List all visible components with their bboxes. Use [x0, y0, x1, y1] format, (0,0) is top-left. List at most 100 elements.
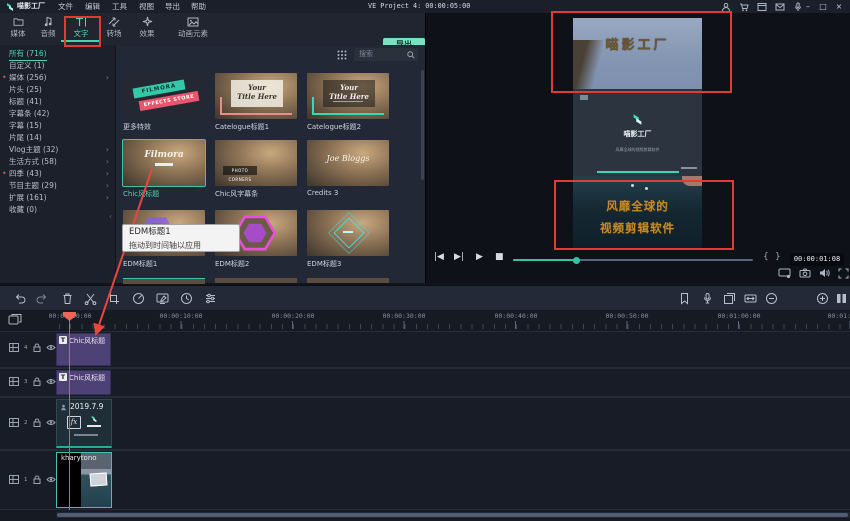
zoom-out-icon[interactable]: [765, 292, 778, 305]
template-catelogue-title1[interactable]: YourTitle Here: [215, 73, 297, 119]
eye-icon[interactable]: [46, 476, 56, 483]
eye-icon[interactable]: [46, 378, 56, 385]
play-button[interactable]: ▶: [476, 251, 483, 263]
sidebar-item-subtitles[interactable]: 字幕 (15): [0, 120, 115, 132]
track-lane-2[interactable]: [0, 397, 850, 450]
menu-tools[interactable]: 工具: [112, 0, 127, 13]
clip-title-track3[interactable]: T Chic风标题: [56, 370, 111, 395]
record-voiceover-icon[interactable]: [701, 292, 714, 305]
tab-elements[interactable]: 动画元素: [168, 15, 218, 39]
template-catelogue-title2[interactable]: YourTitle Here: [307, 73, 389, 119]
panel-toggle-icon[interactable]: [835, 292, 848, 305]
sidebar-item-end-credits[interactable]: 片尾 (14): [0, 132, 115, 144]
menu-view[interactable]: 视图: [139, 0, 154, 13]
template-chic-lower-third[interactable]: PHOTO CORNERS: [215, 140, 297, 186]
sidebar-item-custom[interactable]: 自定义 (1): [0, 60, 115, 72]
track-lane-1[interactable]: [0, 450, 850, 510]
library-scrollbar[interactable]: [421, 70, 424, 180]
template-partial[interactable]: [215, 278, 297, 283]
decor: [580, 95, 588, 100]
track-lane-4[interactable]: [0, 331, 850, 368]
volume-icon[interactable]: [819, 268, 830, 278]
duration-clock-icon[interactable]: [180, 292, 193, 305]
fullscreen-icon[interactable]: [838, 268, 849, 279]
template-partial[interactable]: [123, 278, 205, 284]
menu-export[interactable]: 导出: [165, 0, 180, 13]
delete-trash-icon[interactable]: [61, 292, 74, 305]
sidebar-item-media[interactable]: •媒体 (256)›: [0, 72, 115, 84]
lock-icon[interactable]: [33, 475, 41, 484]
store-cart-icon[interactable]: [739, 2, 749, 12]
stop-button[interactable]: ■: [495, 251, 504, 263]
sidebar-item-titles[interactable]: 标题 (41): [0, 96, 115, 108]
sidebar-item-favorites[interactable]: 收藏 (0): [0, 204, 115, 216]
track-number: 2: [24, 420, 28, 426]
user-icon: [60, 404, 67, 411]
mark-out-icon[interactable]: }: [775, 251, 781, 263]
sidebar-item-vlog[interactable]: Vlog主题 (32)›: [0, 144, 115, 156]
timeline-hscrollbar-thumb[interactable]: [57, 513, 848, 517]
template-partial[interactable]: [307, 278, 389, 283]
undo-icon[interactable]: [14, 292, 27, 305]
picture-icon: [168, 15, 218, 28]
eye-icon[interactable]: [46, 344, 56, 351]
sidebar-item-lower-thirds[interactable]: 字幕条 (42): [0, 108, 115, 120]
sidebar-item-all[interactable]: 所有 (716): [0, 48, 115, 60]
sidebar-item-seasons[interactable]: •四季 (43)›: [0, 168, 115, 180]
track-number: 3: [24, 379, 28, 385]
playback-progress-track[interactable]: [513, 259, 753, 261]
menu-edit[interactable]: 编辑: [85, 0, 100, 13]
close-button[interactable]: ×: [833, 0, 845, 13]
media-clapper-icon[interactable]: [757, 2, 767, 12]
split-scissors-icon[interactable]: [84, 292, 97, 305]
decor: [343, 231, 353, 233]
lock-icon[interactable]: [33, 377, 41, 386]
previous-frame-button[interactable]: |◀: [434, 251, 444, 263]
clip-video-track1[interactable]: kharytono: [56, 452, 112, 508]
clip-intro-track2[interactable]: 2019.7.9 fx: [56, 399, 112, 448]
fit-timeline-icon[interactable]: [744, 292, 757, 305]
track-manager-icon[interactable]: [723, 292, 736, 305]
mark-in-icon[interactable]: {: [763, 251, 769, 263]
current-timecode: 00:00:01:08: [790, 253, 844, 266]
sidebar-item-lifestyle[interactable]: 生活方式 (58)›: [0, 156, 115, 168]
template-edm-title3[interactable]: [307, 210, 389, 256]
track-type-icon: [9, 418, 19, 427]
redo-icon[interactable]: [35, 292, 48, 305]
playback-progress-handle[interactable]: [573, 257, 580, 264]
marker-icon[interactable]: [678, 292, 691, 305]
snapshot-camera-icon[interactable]: [799, 268, 811, 278]
display-device-icon[interactable]: [778, 268, 791, 279]
zoom-in-icon[interactable]: [816, 292, 829, 305]
sidebar-item-extensions[interactable]: 扩展 (161)›: [0, 192, 115, 204]
crop-icon[interactable]: [107, 292, 120, 305]
track-lane-3[interactable]: [0, 368, 850, 397]
manage-tracks-icon[interactable]: [8, 313, 22, 325]
template-label-selected: Chic风标题: [123, 189, 159, 199]
menu-file[interactable]: 文件: [58, 0, 73, 13]
tab-effects[interactable]: 效果: [127, 15, 167, 39]
color-tuning-icon[interactable]: [156, 292, 169, 305]
sidebar-item-show-themes[interactable]: 节目主题 (29)›: [0, 180, 115, 192]
clip-title-track4[interactable]: T Chic风标题: [56, 333, 111, 366]
next-frame-button[interactable]: ▶|: [454, 251, 464, 263]
menu-help[interactable]: 帮助: [191, 0, 206, 13]
template-chic-title[interactable]: Filmora: [123, 140, 205, 186]
search-input[interactable]: 搜索: [354, 48, 418, 61]
lock-icon[interactable]: [33, 343, 41, 352]
sidebar-item-openers[interactable]: 片头 (25): [0, 84, 115, 96]
template-more-effects[interactable]: FILMORA EFFECTS STORE: [123, 73, 205, 119]
track-header-3: 3: [9, 377, 56, 386]
adjust-sliders-icon[interactable]: [204, 292, 217, 305]
minimize-button[interactable]: –: [802, 0, 814, 13]
clip-label: kharytono: [61, 454, 97, 462]
speed-icon[interactable]: [132, 292, 145, 305]
lock-icon[interactable]: [33, 418, 41, 427]
grid-view-icon[interactable]: [337, 50, 347, 60]
eye-icon[interactable]: [46, 419, 56, 426]
track-type-icon: [9, 343, 19, 352]
template-credits3[interactable]: Joe Bloggs: [307, 140, 389, 186]
mail-icon[interactable]: [775, 2, 785, 12]
maximize-button[interactable]: □: [817, 0, 829, 13]
sidebar-collapse-icon[interactable]: ‹: [109, 212, 112, 221]
